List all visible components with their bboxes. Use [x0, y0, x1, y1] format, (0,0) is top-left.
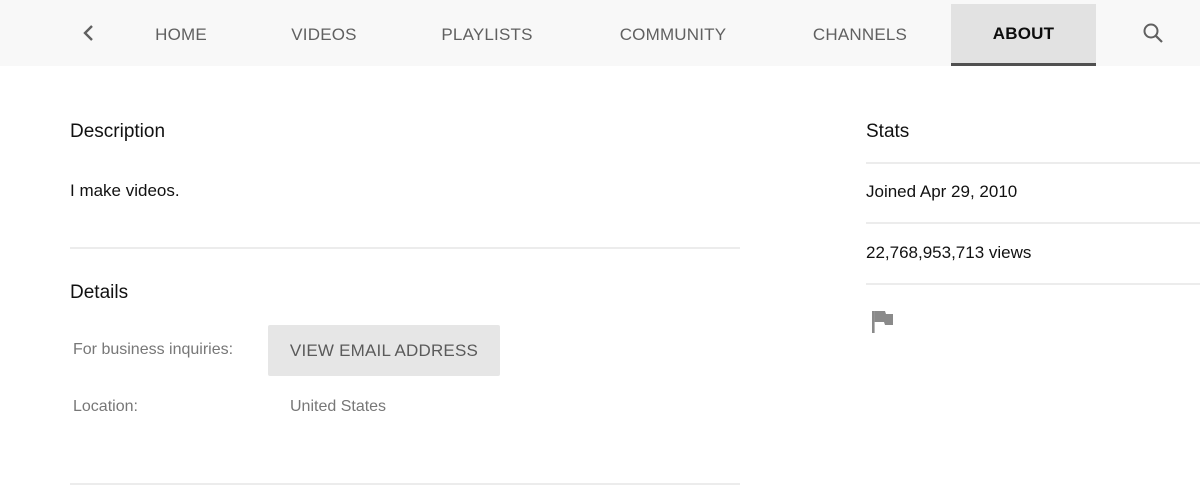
channel-search-button[interactable] [1138, 18, 1168, 48]
tab-about[interactable]: ABOUT [951, 4, 1096, 66]
view-email-address-button[interactable]: VIEW EMAIL ADDRESS [268, 325, 500, 376]
location-value: United States [290, 398, 387, 415]
joined-date: Joined Apr 29, 2010 [866, 182, 1018, 201]
description-divider [70, 247, 740, 249]
stats-heading: Stats [866, 121, 910, 142]
tab-videos-label: VIDEOS [291, 25, 357, 44]
stats-divider-3 [866, 283, 1200, 285]
stats-divider-1 [866, 162, 1200, 164]
tab-channels[interactable]: CHANNELS [798, 4, 922, 66]
view-count: 22,768,953,713 views [866, 243, 1032, 262]
tab-videos[interactable]: VIDEOS [276, 4, 372, 66]
tab-playlists-label: PLAYLISTS [441, 25, 533, 44]
tab-about-label: ABOUT [992, 23, 1055, 43]
business-inquiries-label: For business inquiries: [73, 341, 234, 358]
tab-home-label: HOME [155, 25, 207, 44]
location-label: Location: [73, 398, 138, 415]
tab-community[interactable]: COMMUNITY [604, 4, 742, 66]
flag-icon [872, 311, 893, 333]
tab-home[interactable]: HOME [138, 4, 224, 66]
report-user-button[interactable] [870, 308, 896, 336]
details-divider [70, 483, 740, 485]
tabs-back-button[interactable] [74, 18, 104, 48]
details-heading: Details [70, 282, 129, 303]
description-text: I make videos. [70, 181, 180, 200]
description-heading: Description [70, 121, 166, 142]
tab-playlists[interactable]: PLAYLISTS [426, 4, 548, 66]
channel-tab-bar: HOME VIDEOS PLAYLISTS COMMUNITY CHANNELS… [0, 0, 1200, 66]
search-icon [1143, 23, 1163, 43]
tab-community-label: COMMUNITY [619, 25, 727, 44]
tab-channels-label: CHANNELS [812, 25, 908, 44]
stats-divider-2 [866, 222, 1200, 224]
chevron-left-icon [83, 25, 93, 41]
